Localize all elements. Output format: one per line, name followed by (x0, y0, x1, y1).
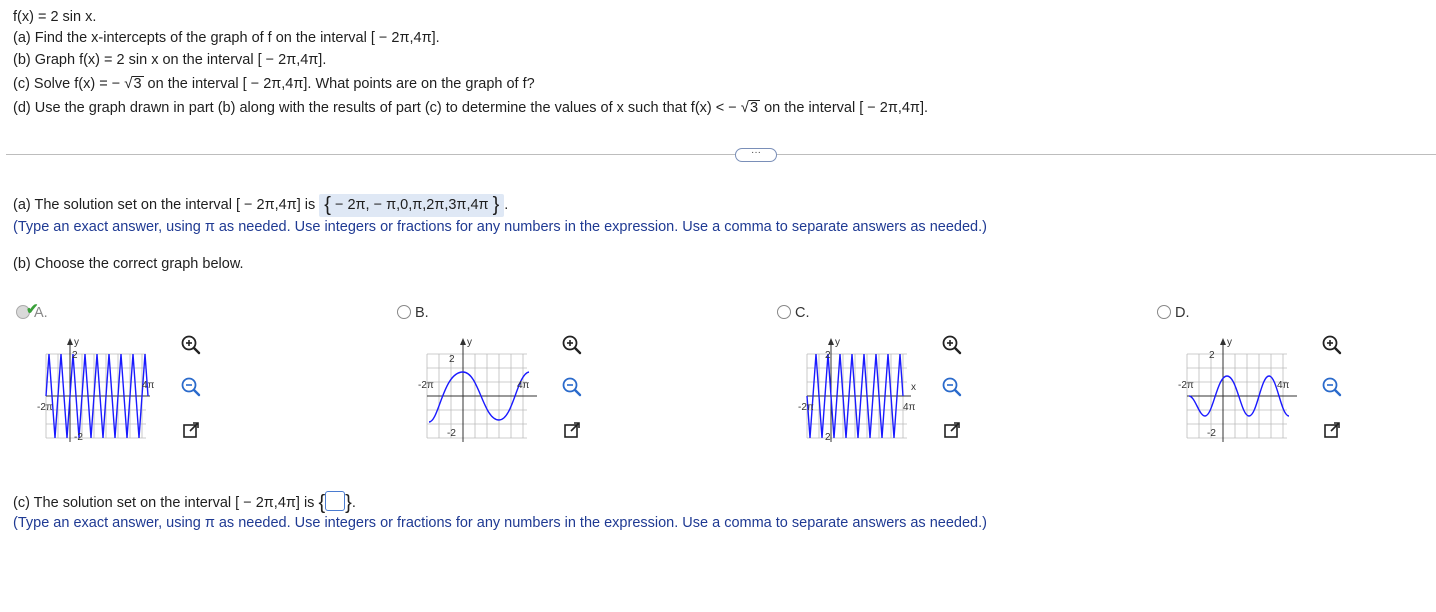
question-part-d: (d) Use the graph drawn in part (b) alon… (13, 99, 928, 116)
question-part-c: (c) Solve f(x) = − √3 on the interval [ … (13, 75, 535, 92)
question-title: f(x) = 2 sin x. (13, 9, 97, 25)
part-c-answer-line: (c) The solution set on the interval [ −… (13, 491, 356, 514)
section-divider (6, 154, 1436, 155)
y-tick-top: 2 (72, 350, 78, 361)
part-a-hint: (Type an exact answer, using π as needed… (13, 219, 987, 235)
y-tick-bottom: -2 (74, 432, 83, 443)
graph-b[interactable]: y 2 -2 -2π 4π (417, 332, 537, 447)
part-a-answer[interactable]: { − 2π, − π,0,π,2π,3π,4π } (319, 194, 505, 217)
option-c-radio[interactable] (777, 305, 791, 319)
zoom-in-icon[interactable] (180, 334, 202, 356)
option-c-label: C. (795, 305, 810, 321)
x-tick-left: -2π (1178, 380, 1194, 391)
check-icon: ✔ (26, 301, 39, 318)
radicand: 3 (749, 100, 761, 116)
radical-sign: √ (740, 99, 749, 116)
y-tick-bottom: 2 (825, 432, 831, 443)
zoom-in-icon[interactable] (561, 334, 583, 356)
open-external-icon[interactable] (941, 419, 963, 441)
part-d-text-end: on the interval [ − 2π,4π]. (760, 100, 928, 116)
part-c-hint: (Type an exact answer, using π as needed… (13, 515, 987, 531)
y-axis-label: y (1227, 337, 1232, 348)
part-c-text-end: on the interval [ − 2π,4π]. What points … (143, 76, 535, 92)
question-part-a: (a) Find the x-intercepts of the graph o… (13, 30, 440, 46)
zoom-in-icon[interactable] (1321, 334, 1343, 356)
y-axis-label: y (467, 337, 472, 348)
x-tick-left: -2π (418, 380, 434, 391)
zoom-in-icon[interactable] (941, 334, 963, 356)
open-external-icon[interactable] (180, 419, 202, 441)
y-tick-top: 2 (1209, 350, 1215, 361)
part-a-prefix: (a) The solution set on the interval [ −… (13, 197, 316, 213)
part-a-answer-value: − 2π, − π,0,π,2π,3π,4π (330, 197, 493, 213)
x-tick-right: 4π (142, 380, 155, 391)
part-b-prompt: (b) Choose the correct graph below. (13, 256, 244, 272)
question-part-b: (b) Graph f(x) = 2 sin x on the interval… (13, 52, 327, 68)
x-tick-left: -2π (37, 402, 53, 413)
open-external-icon[interactable] (561, 419, 583, 441)
open-external-icon[interactable] (1321, 419, 1343, 441)
y-axis-label: y (74, 337, 79, 348)
option-c[interactable]: C. (777, 305, 810, 321)
graph-c[interactable]: y 2 2 -2π 4π x (797, 332, 917, 447)
zoom-out-icon[interactable] (941, 376, 963, 398)
option-d-radio[interactable] (1157, 305, 1171, 319)
part-c-answer-input[interactable] (325, 491, 346, 511)
part-c-prefix: (c) The solution set on the interval [ −… (13, 495, 315, 511)
part-a-answer-line: (a) The solution set on the interval [ −… (13, 194, 509, 217)
y-tick-bottom: -2 (1207, 428, 1216, 439)
part-d-text-start: (d) Use the graph drawn in part (b) alon… (13, 100, 737, 116)
zoom-out-icon[interactable] (561, 376, 583, 398)
option-b-radio[interactable] (397, 305, 411, 319)
y-tick-bottom: -2 (447, 428, 456, 439)
y-tick-top: 2 (449, 354, 455, 365)
option-b[interactable]: B. (397, 305, 429, 321)
x-tick-right: 4π (517, 380, 530, 391)
graph-a[interactable]: y 2 -2 -2π 4π (36, 332, 156, 447)
graph-d[interactable]: y 2 -2 -2π 4π (1177, 332, 1297, 447)
zoom-out-icon[interactable] (180, 376, 202, 398)
more-button[interactable]: ··· (735, 148, 777, 162)
x-tick-right: 4π (903, 402, 916, 413)
y-axis-label: y (835, 337, 840, 348)
part-c-text-start: (c) Solve f(x) = − (13, 76, 121, 92)
x-axis-label: x (911, 382, 916, 393)
radicand: 3 (132, 76, 144, 92)
option-d[interactable]: D. (1157, 305, 1190, 321)
option-b-label: B. (415, 305, 429, 321)
y-tick-top: 2 (825, 350, 831, 361)
x-tick-right: 4π (1277, 380, 1290, 391)
x-tick-left: -2π (798, 402, 814, 413)
radical-sign: √ (124, 75, 133, 92)
zoom-out-icon[interactable] (1321, 376, 1343, 398)
option-d-label: D. (1175, 305, 1190, 321)
